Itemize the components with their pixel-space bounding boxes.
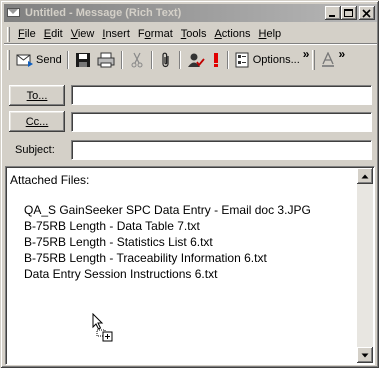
arrow-up-icon xyxy=(361,174,369,178)
importance-high-button[interactable] xyxy=(208,49,224,71)
cc-button[interactable]: Cc... xyxy=(9,111,65,132)
list-item: B-75RB Length - Data Table 7.txt xyxy=(24,219,200,233)
cc-field[interactable] xyxy=(71,112,372,132)
send-button[interactable]: Send xyxy=(14,49,64,71)
exclamation-icon xyxy=(213,53,218,67)
list-item: QA_S GainSeeker SPC Data Entry - Email d… xyxy=(24,203,311,217)
check-names-button[interactable] xyxy=(184,49,208,71)
list-item: Data Entry Session Instructions 6.txt xyxy=(24,267,218,281)
save-button[interactable] xyxy=(72,49,94,71)
menu-grip xyxy=(7,26,10,42)
toolbar-separator xyxy=(120,51,123,69)
font-color-icon xyxy=(322,52,335,67)
attached-files-list: QA_S GainSeeker SPC Data Entry - Email d… xyxy=(24,202,311,282)
cut-button[interactable] xyxy=(126,49,148,71)
check-names-icon xyxy=(187,53,205,67)
options-button[interactable]: Options... xyxy=(232,49,302,71)
menu-file[interactable]: File xyxy=(14,26,40,43)
menu-tools[interactable]: Tools xyxy=(177,26,211,43)
drag-copy-cursor-icon xyxy=(92,313,113,342)
message-window: Untitled - Message (Rich Text) File Edit… xyxy=(0,0,379,368)
arrow-down-icon xyxy=(361,353,369,357)
scissors-icon xyxy=(131,52,143,68)
toolbar-separator xyxy=(226,51,229,69)
to-field[interactable] xyxy=(71,85,372,105)
menu-insert[interactable]: Insert xyxy=(98,26,134,43)
toolbar-grip xyxy=(7,50,10,70)
to-button[interactable]: To... xyxy=(9,85,65,106)
floppy-disk-icon xyxy=(75,53,90,67)
list-item: B-75RB Length - Statistics List 6.txt xyxy=(24,235,213,249)
toolbar-grip xyxy=(312,50,316,70)
toolbar-more-button[interactable]: » xyxy=(302,47,311,61)
toolbar-separator xyxy=(150,51,153,69)
scroll-down-button[interactable] xyxy=(357,347,373,363)
list-item: B-75RB Length - Traceability Information… xyxy=(24,251,267,265)
envelope-icon xyxy=(6,6,22,20)
options-icon xyxy=(235,52,249,68)
menu-help[interactable]: Help xyxy=(255,26,286,43)
attached-files-heading: Attached Files: xyxy=(10,173,90,187)
to-label: To... xyxy=(26,89,48,102)
menu-format[interactable]: Format xyxy=(134,26,177,43)
send-label: Send xyxy=(36,54,62,66)
print-button[interactable] xyxy=(94,49,118,71)
window-title: Untitled - Message (Rich Text) xyxy=(25,7,182,19)
chevron-right-icon: » xyxy=(302,47,310,61)
close-button[interactable] xyxy=(359,6,375,20)
minimize-button[interactable] xyxy=(325,6,341,20)
title-bar[interactable]: Untitled - Message (Rich Text) xyxy=(4,4,377,22)
scroll-up-button[interactable] xyxy=(357,168,373,184)
font-color-button[interactable] xyxy=(319,49,337,71)
menu-edit[interactable]: Edit xyxy=(40,26,67,43)
subject-label: Subject: xyxy=(15,144,55,156)
toolbar-more-button-2[interactable]: » xyxy=(337,47,346,61)
message-body[interactable]: Attached Files: QA_S GainSeeker SPC Data… xyxy=(5,166,375,365)
close-icon xyxy=(362,8,371,18)
paperclip-icon xyxy=(162,52,169,68)
standard-toolbar: Send Options... » » xyxy=(4,47,377,73)
minimize-icon xyxy=(329,14,335,17)
toolbar-separator xyxy=(178,51,181,69)
toolbar-separator xyxy=(66,51,69,69)
send-icon xyxy=(16,54,33,67)
printer-icon xyxy=(97,52,115,68)
maximize-icon xyxy=(344,8,353,17)
vertical-scrollbar[interactable] xyxy=(357,168,373,363)
attach-button[interactable] xyxy=(156,49,176,71)
cc-label: Cc... xyxy=(25,115,49,128)
options-label: Options... xyxy=(252,54,300,66)
menu-actions[interactable]: Actions xyxy=(210,26,254,43)
maximize-button[interactable] xyxy=(341,6,357,20)
subject-field[interactable] xyxy=(71,140,372,160)
menu-bar: File Edit View Insert Format Tools Actio… xyxy=(4,25,377,44)
menu-view[interactable]: View xyxy=(67,26,99,43)
chevron-right-icon: » xyxy=(338,47,346,61)
